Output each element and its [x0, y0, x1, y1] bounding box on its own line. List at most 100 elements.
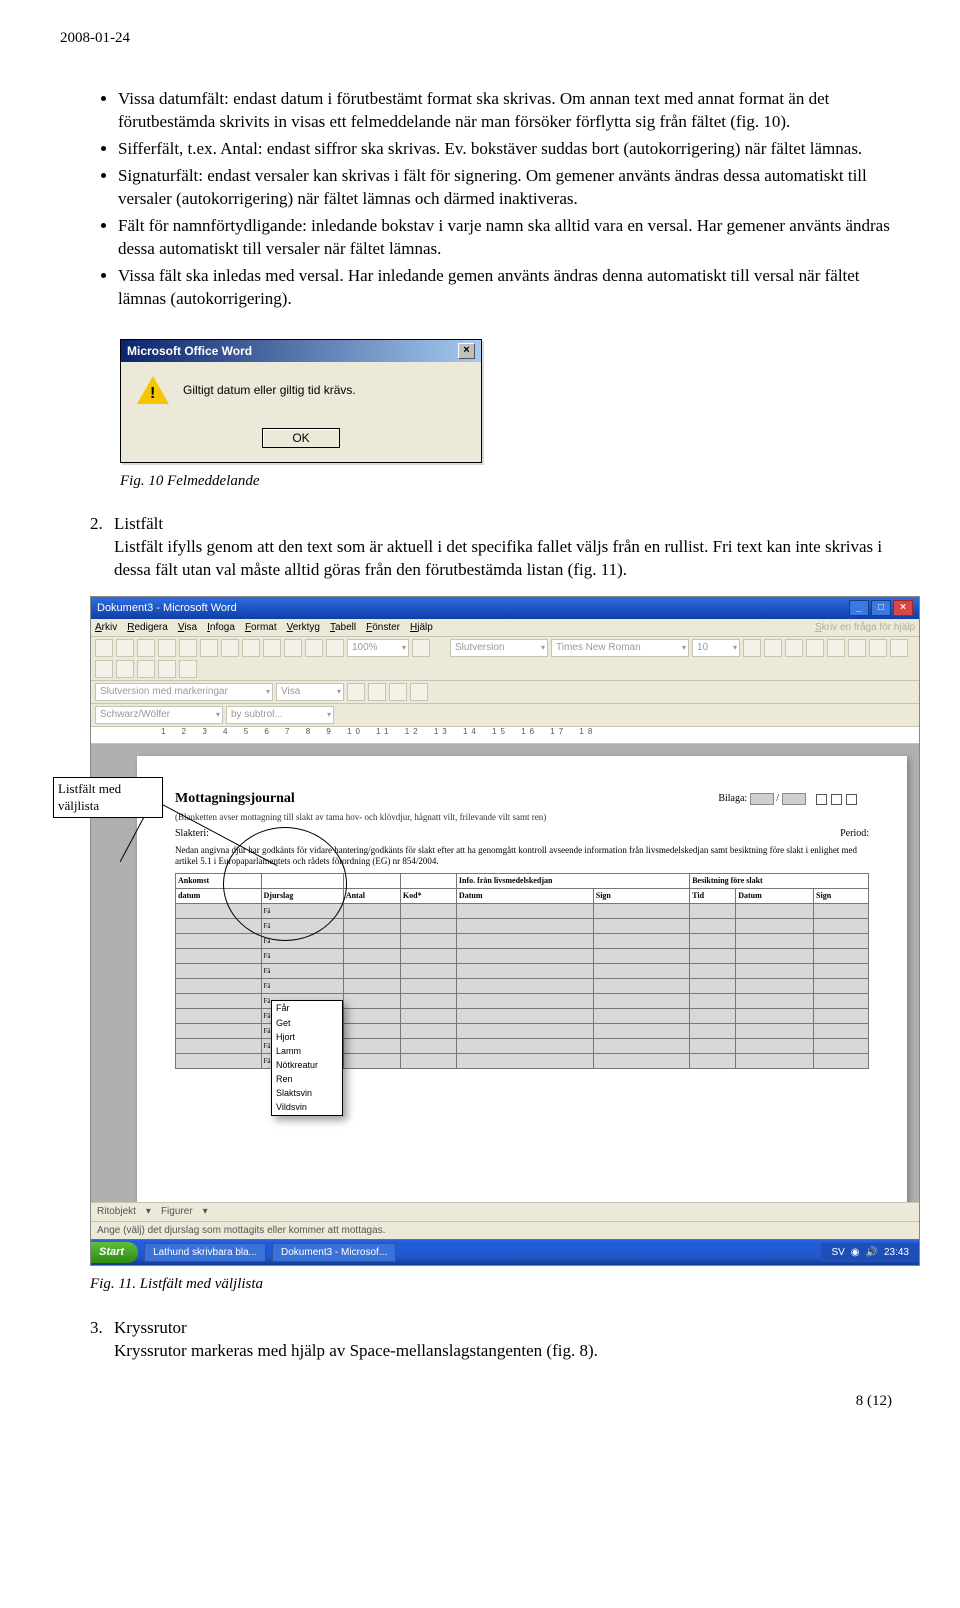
italic-icon[interactable]	[764, 639, 782, 657]
close-icon[interactable]: ×	[893, 600, 913, 616]
windows-taskbar: Start Lathund skrivbara bla... Dokument3…	[91, 1239, 919, 1265]
menu-arkiv[interactable]: Arkiv	[95, 621, 117, 635]
zoom-select[interactable]: 100%	[347, 639, 409, 657]
accept-icon[interactable]	[347, 683, 365, 701]
bullet-list: Vissa datumfält: endast datum i förutbes…	[60, 88, 900, 310]
bullet-item: Signaturfält: endast versaler kan skriva…	[118, 165, 900, 211]
document-page: Bilaga: / Mottagningsjournal (Blanketten…	[137, 756, 907, 1202]
save-icon[interactable]	[137, 639, 155, 657]
menu-verktyg[interactable]: Verktyg	[287, 621, 320, 635]
status-hint: Ange (välj) det djurslag som mottagits e…	[97, 1224, 385, 1238]
redo-icon[interactable]	[305, 639, 323, 657]
menu-tabell[interactable]: Tabell	[330, 621, 356, 635]
preview-icon[interactable]	[179, 639, 197, 657]
taskbar-item[interactable]: Dokument3 - Microsof...	[272, 1243, 396, 1263]
paste-icon[interactable]	[263, 639, 281, 657]
menu-hjalp[interactable]: Hjälp	[410, 621, 433, 635]
menu-format[interactable]: Format	[245, 621, 277, 635]
table-icon[interactable]	[326, 639, 344, 657]
start-button[interactable]: Start	[91, 1242, 138, 1263]
status-ritobjekt: Ritobjekt	[97, 1205, 136, 1219]
style-select[interactable]: Slutversion	[450, 639, 548, 657]
print-icon[interactable]	[158, 639, 176, 657]
ok-button[interactable]: OK	[262, 428, 340, 448]
section2: 2.Listfält Listfält ifylls genom att den…	[60, 513, 900, 582]
menu-fonster[interactable]: Fönster	[366, 621, 400, 635]
word-title-text: Dokument3 - Microsoft Word	[97, 601, 237, 616]
menu-redigera[interactable]: Redigera	[127, 621, 168, 635]
open-icon[interactable]	[116, 639, 134, 657]
word-statusbar: Ritobjekt ▾ Figurer ▾	[91, 1202, 919, 1221]
dropdown-item[interactable]: Ren	[272, 1072, 342, 1086]
prev-change-icon[interactable]	[389, 683, 407, 701]
menu-infoga[interactable]: Infoga	[207, 621, 235, 635]
align-center-icon[interactable]	[827, 639, 845, 657]
visa-select[interactable]: Visa	[276, 683, 344, 701]
bullet-item: Sifferfält, t.ex. Antal: endast siffror …	[118, 138, 900, 161]
align-right-icon[interactable]	[848, 639, 866, 657]
undo-icon[interactable]	[284, 639, 302, 657]
word-hintbar: Ange (välj) det djurslag som mottagits e…	[91, 1221, 919, 1240]
bold-icon[interactable]	[743, 639, 761, 657]
dropdown-item[interactable]: Hjort	[272, 1030, 342, 1044]
outdent-icon[interactable]	[116, 660, 134, 678]
minimize-icon[interactable]: _	[849, 600, 869, 616]
underline-icon[interactable]	[785, 639, 803, 657]
dropdown-item[interactable]: Vildsvin	[272, 1100, 342, 1114]
page-number: 8 (12)	[60, 1391, 900, 1411]
word-toolbar-2[interactable]: Slutversion med markeringar Visa	[91, 681, 919, 704]
bilaga-field: Bilaga: /	[718, 792, 859, 806]
bullets-icon[interactable]	[869, 639, 887, 657]
reviewer-select[interactable]: Schwarz/Wölfer	[95, 706, 223, 724]
copy-icon[interactable]	[242, 639, 260, 657]
highlight-icon[interactable]	[158, 660, 176, 678]
help-icon[interactable]	[412, 639, 430, 657]
section3: 3.Kryssrutor Kryssrutor markeras med hjä…	[60, 1317, 900, 1363]
reject-icon[interactable]	[368, 683, 386, 701]
bullet-item: Vissa datumfält: endast datum i förutbes…	[118, 88, 900, 134]
tray-shield-icon[interactable]: ◉	[851, 1246, 860, 1260]
dialog-title-text: Microsoft Office Word	[127, 343, 252, 359]
callout-circle	[223, 827, 347, 941]
dialog-titlebar: Microsoft Office Word ×	[121, 340, 481, 362]
align-left-icon[interactable]	[806, 639, 824, 657]
word-menubar[interactable]: Arkiv Redigera Visa Infoga Format Verkty…	[91, 619, 919, 638]
dropdown-item[interactable]: Får	[272, 1001, 342, 1015]
list-dropdown[interactable]: Får Get Hjort Lamm Nötkreatur Ren Slakts…	[271, 1000, 343, 1115]
fontcolor-icon[interactable]	[179, 660, 197, 678]
border-icon[interactable]	[137, 660, 155, 678]
callout-label: Listfält medväljlista	[53, 777, 163, 818]
status-figurer: Figurer	[161, 1205, 193, 1219]
close-icon[interactable]: ×	[458, 343, 475, 359]
indent-icon[interactable]	[95, 660, 113, 678]
menu-visa[interactable]: Visa	[178, 621, 197, 635]
fontsize-select[interactable]: 10	[692, 639, 740, 657]
subtrol-select[interactable]: by subtrol...	[226, 706, 334, 724]
word-toolbar-3[interactable]: Schwarz/Wölfer by subtrol...	[91, 704, 919, 727]
maximize-icon[interactable]: □	[871, 600, 891, 616]
taskbar-item[interactable]: Lathund skrivbara bla...	[144, 1243, 266, 1263]
font-select[interactable]: Times New Roman	[551, 639, 689, 657]
help-search[interactable]: Skriv en fråga för hjälp	[815, 621, 915, 635]
new-icon[interactable]	[95, 639, 113, 657]
dropdown-item[interactable]: Get	[272, 1016, 342, 1030]
next-change-icon[interactable]	[410, 683, 428, 701]
doc-subtitle: (Blanketten avser mottagning till slakt …	[175, 811, 869, 823]
numbering-icon[interactable]	[890, 639, 908, 657]
fig11-caption: Fig. 11. Listfält med väljlista	[90, 1274, 900, 1294]
dropdown-item[interactable]: Lamm	[272, 1044, 342, 1058]
word-screenshot: Listfält medväljlista Dokument3 - Micros…	[90, 596, 920, 1267]
ruler: 1 2 3 4 5 6 7 8 9 10 11 12 13 14 15 16 1…	[91, 727, 919, 744]
spellcheck-icon[interactable]	[200, 639, 218, 657]
dropdown-item[interactable]: Slaktsvin	[272, 1086, 342, 1100]
error-dialog: Microsoft Office Word × Giltigt datum el…	[120, 339, 482, 463]
dropdown-item[interactable]: Nötkreatur	[272, 1058, 342, 1072]
cut-icon[interactable]	[221, 639, 239, 657]
fig10-caption: Fig. 10 Felmeddelande	[120, 471, 900, 491]
bullet-item: Vissa fält ska inledas med versal. Har i…	[118, 265, 900, 311]
word-toolbar-1[interactable]: 100% Slutversion Times New Roman 10	[91, 637, 919, 681]
markup-select[interactable]: Slutversion med markeringar	[95, 683, 273, 701]
page-date: 2008-01-24	[60, 28, 900, 48]
tray-lang[interactable]: SV	[831, 1246, 844, 1260]
tray-volume-icon[interactable]: 🔊	[866, 1246, 878, 1260]
